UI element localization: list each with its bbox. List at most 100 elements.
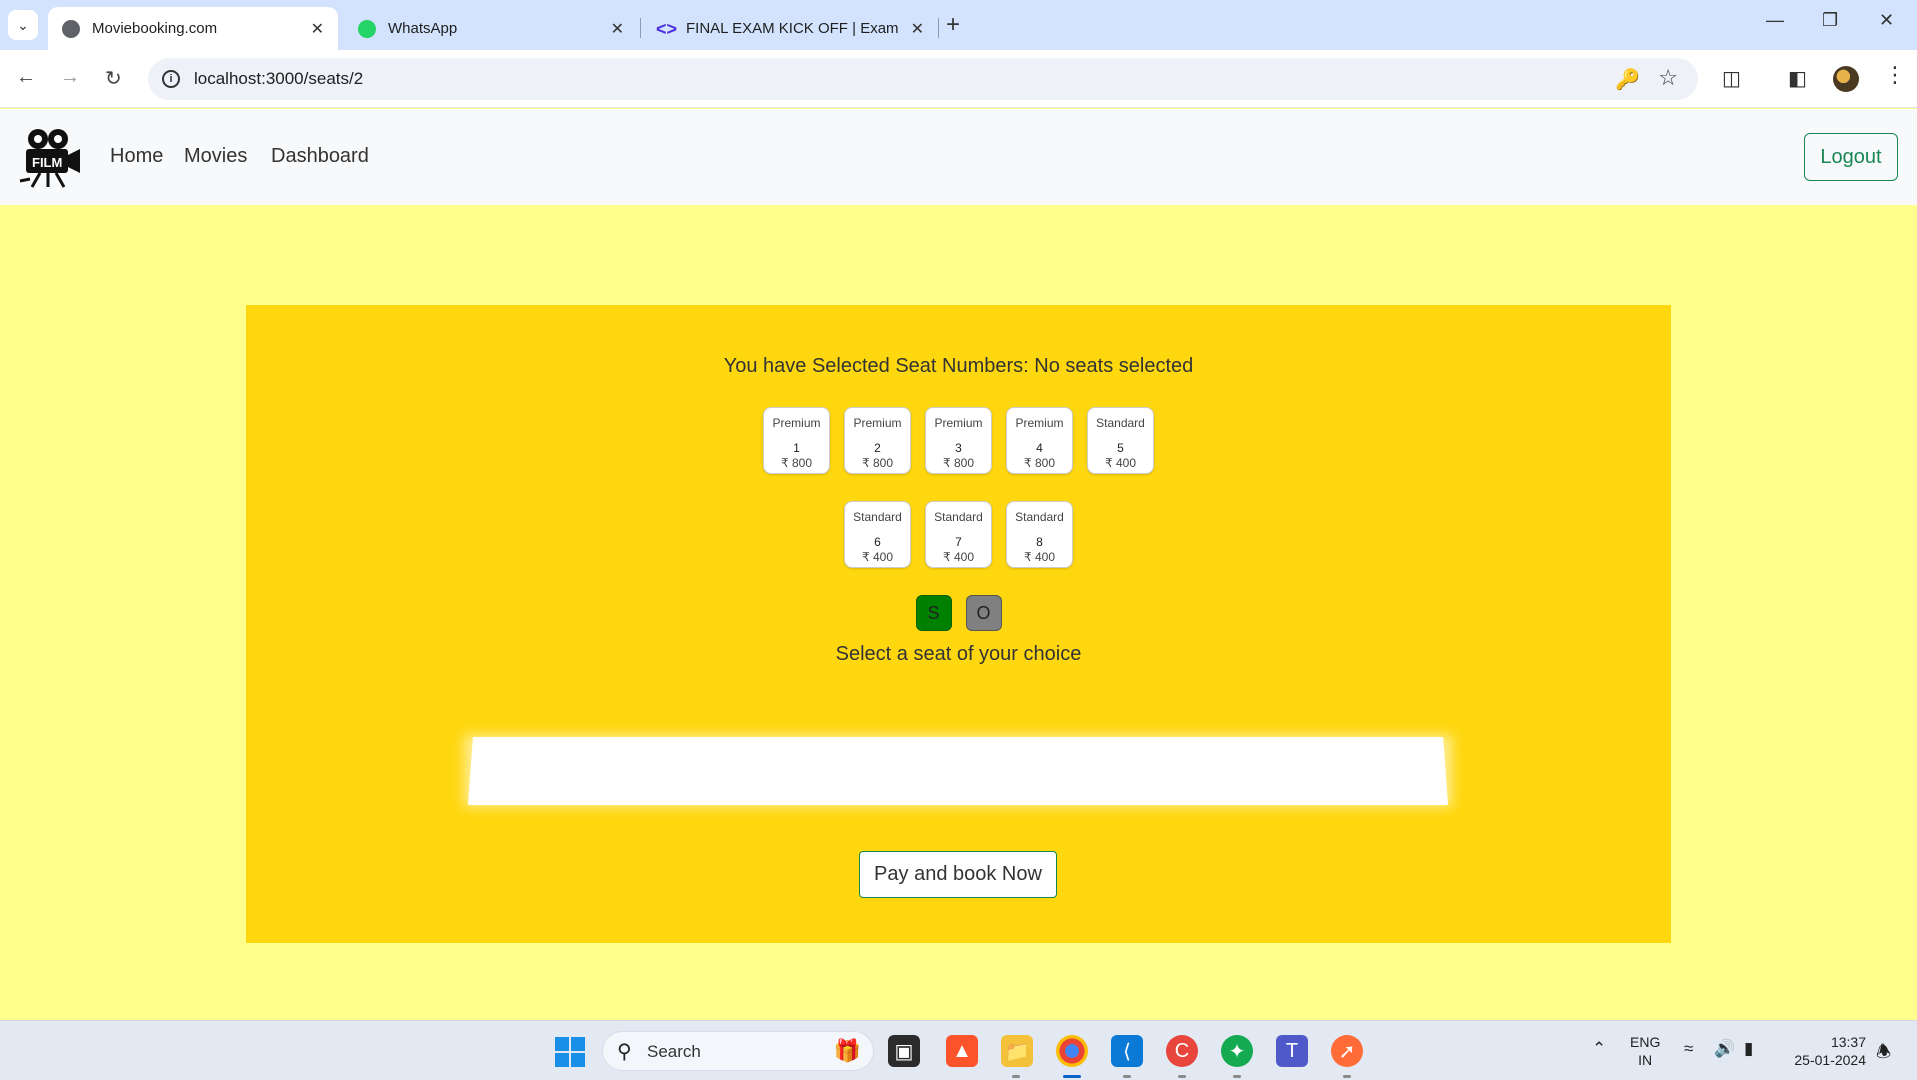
tab-final-exam[interactable]: <> FINAL EXAM KICK OFF | Exam | ✕ [642, 7, 938, 50]
seat-type: Premium [1015, 416, 1064, 430]
window-close-icon[interactable]: ✕ [1879, 10, 1894, 31]
clock[interactable]: 13:37 25-01-2024 [1782, 1033, 1866, 1069]
running-indicator [1012, 1075, 1020, 1078]
seat-8[interactable]: Standard 8 ₹ 400 [1006, 501, 1073, 568]
forward-arrow-icon[interactable]: → [60, 66, 80, 89]
close-icon[interactable]: ✕ [311, 19, 324, 39]
seat-5[interactable]: Standard 5 ₹ 400 [1087, 407, 1154, 474]
seat-price: ₹ 400 [1024, 550, 1055, 564]
tab-moviebooking[interactable]: Moviebooking.com ✕ [48, 7, 338, 50]
postman-icon[interactable]: ➚ [1331, 1035, 1363, 1067]
chevron-up-icon[interactable]: ⌃ [1592, 1039, 1606, 1059]
seat-number: 5 [1117, 441, 1124, 455]
seat-price: ₹ 400 [862, 550, 893, 564]
seat-1[interactable]: Premium 1 ₹ 800 [763, 407, 830, 474]
browser-tab-bar: ⌄ Moviebooking.com ✕ WhatsApp ✕ <> FINAL… [0, 0, 1917, 50]
clock-date: 25-01-2024 [1794, 1052, 1866, 1068]
seat-type: Premium [853, 416, 902, 430]
tab-search-button[interactable]: ⌄ [8, 10, 38, 40]
seat-legend: S O [246, 595, 1671, 631]
tab-whatsapp[interactable]: WhatsApp ✕ [344, 7, 638, 50]
seat-booking-panel: You have Selected Seat Numbers: No seats… [246, 305, 1671, 943]
seat-price: ₹ 800 [943, 456, 974, 470]
nav-dashboard-link[interactable]: Dashboard [271, 145, 369, 168]
running-indicator [1178, 1075, 1186, 1078]
back-arrow-icon[interactable]: ← [16, 66, 36, 89]
gift-icon: 🎁 [833, 1038, 861, 1063]
seat-row-1: Premium 1 ₹ 800 Premium 2 ₹ 800 Premium … [246, 407, 1671, 474]
seat-3[interactable]: Premium 3 ₹ 800 [925, 407, 992, 474]
seat-2[interactable]: Premium 2 ₹ 800 [844, 407, 911, 474]
seat-price: ₹ 800 [781, 456, 812, 470]
logout-button[interactable]: Logout [1804, 133, 1898, 181]
seat-6[interactable]: Standard 6 ₹ 400 [844, 501, 911, 568]
close-icon[interactable]: ✕ [911, 19, 924, 39]
url-text[interactable]: localhost:3000/seats/2 [194, 69, 363, 89]
taskbar-search-box[interactable]: ⚲ Search 🎁 [602, 1031, 874, 1071]
seat-number: 7 [955, 535, 962, 549]
pay-and-book-button[interactable]: Pay and book Now [859, 851, 1057, 898]
seat-type: Standard [1015, 510, 1064, 524]
site-info-icon[interactable]: i [162, 70, 180, 88]
seat-type: Standard [853, 510, 902, 524]
new-tab-plus-icon[interactable]: + [946, 11, 960, 39]
vscode-icon[interactable]: ⟨ [1111, 1035, 1143, 1067]
close-icon[interactable]: ✕ [611, 19, 624, 39]
mongodb-compass-icon[interactable]: ✦ [1221, 1035, 1253, 1067]
seat-price: ₹ 800 [862, 456, 893, 470]
task-view-icon[interactable]: ▣ [888, 1035, 920, 1067]
teams-icon[interactable]: T [1276, 1035, 1308, 1067]
ccleaner-icon[interactable]: C [1166, 1035, 1198, 1067]
tab-label: WhatsApp [388, 20, 458, 37]
seat-number: 3 [955, 441, 962, 455]
password-key-icon[interactable]: 🔑 [1615, 67, 1640, 92]
language-indicator[interactable]: ENG IN [1630, 1033, 1660, 1069]
browser-toolbar: ← → ↻ i localhost:3000/seats/2 🔑 ☆ ◫ ◧ ⋮ [0, 50, 1917, 108]
seat-type: Standard [1096, 416, 1145, 430]
lang-bottom: IN [1638, 1052, 1653, 1068]
extensions-puzzle-icon[interactable]: ◫ [1722, 66, 1741, 91]
tab-label: Moviebooking.com [92, 20, 218, 37]
nav-home-link[interactable]: Home [110, 145, 163, 168]
site-navbar: FILM Home Movies Dashboard Logout [0, 109, 1917, 205]
running-indicator [1233, 1075, 1241, 1078]
minimize-icon[interactable]: — [1766, 10, 1784, 31]
chrome-icon[interactable] [1056, 1035, 1088, 1067]
film-camera-logo-icon[interactable]: FILM [18, 127, 82, 189]
nav-movies-link[interactable]: Movies [184, 145, 247, 168]
globe-icon [62, 19, 80, 38]
taskbar-search-label: Search [647, 1042, 701, 1061]
active-indicator [1063, 1075, 1081, 1078]
battery-icon[interactable]: ▮ [1744, 1039, 1753, 1059]
cinema-screen [468, 737, 1448, 805]
seat-number: 8 [1036, 535, 1043, 549]
logo-text: FILM [32, 155, 62, 170]
seat-number: 1 [793, 441, 800, 455]
whatsapp-icon [358, 19, 376, 38]
legend-occupied-box: O [965, 595, 1002, 631]
seat-4[interactable]: Premium 4 ₹ 800 [1006, 407, 1073, 474]
seat-number: 2 [874, 441, 881, 455]
running-indicator [1123, 1075, 1131, 1078]
address-bar[interactable]: i localhost:3000/seats/2 🔑 ☆ [148, 58, 1698, 100]
volume-icon[interactable]: 🔊 [1714, 1039, 1735, 1059]
reload-icon[interactable]: ↻ [105, 66, 122, 91]
side-panel-icon[interactable]: ◧ [1788, 66, 1807, 91]
tab-label: FINAL EXAM KICK OFF | Exam | [686, 20, 903, 37]
lang-top: ENG [1630, 1034, 1661, 1050]
wifi-icon[interactable]: ≈ [1684, 1039, 1693, 1059]
seat-7[interactable]: Standard 7 ₹ 400 [925, 501, 992, 568]
search-icon: ⚲ [617, 1041, 632, 1063]
restore-icon[interactable]: ❐ [1822, 10, 1838, 31]
file-explorer-icon[interactable]: 📁 [1001, 1035, 1033, 1067]
bookmark-star-icon[interactable]: ☆ [1658, 65, 1678, 91]
windows-start-icon[interactable] [555, 1037, 585, 1067]
seat-type: Premium [772, 416, 821, 430]
profile-avatar[interactable] [1833, 66, 1859, 92]
notification-bell-icon[interactable]: 🕭 [1876, 1039, 1891, 1068]
seat-type: Standard [934, 510, 983, 524]
kebab-menu-icon[interactable]: ⋮ [1884, 62, 1906, 88]
tab-separator [640, 18, 641, 38]
seat-number: 6 [874, 535, 881, 549]
brave-browser-icon[interactable]: ▲ [946, 1035, 978, 1067]
